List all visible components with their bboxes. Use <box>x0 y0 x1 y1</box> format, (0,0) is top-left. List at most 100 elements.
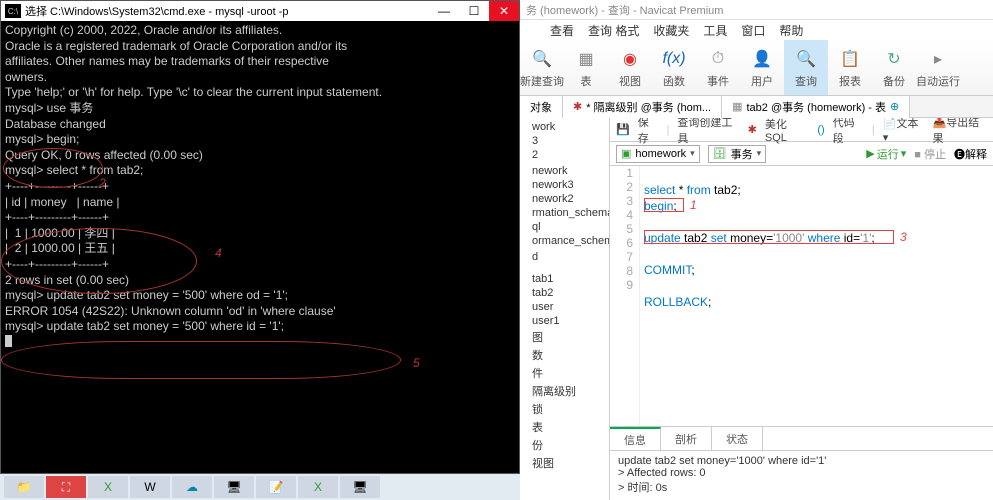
term-cursor-line <box>5 335 515 352</box>
term-line: Query OK, 0 rows affected (0.00 sec) <box>5 148 515 164</box>
ribbon-自动运行[interactable]: ▸自动运行 <box>916 40 960 95</box>
taskbar-icon[interactable]: 📁 <box>4 476 44 498</box>
ribbon-事件[interactable]: ⏱事件 <box>696 40 740 95</box>
tree-item[interactable]: 锁 <box>524 400 605 418</box>
ribbon-查询[interactable]: 🔍查询 <box>784 40 828 95</box>
menu-item[interactable]: 查看 <box>550 22 574 39</box>
term-line: owners. <box>5 70 515 86</box>
tree-item[interactable]: 数 <box>524 346 605 364</box>
term-line: Type 'help;' or '\h' for help. Type '\c'… <box>5 85 515 101</box>
terminal-body[interactable]: Copyright (c) 2000, 2022, Oracle and/or … <box>1 21 519 353</box>
bottom-tabs: 信息 剖析 状态 <box>610 426 993 450</box>
tree-item[interactable]: user1 <box>524 314 605 328</box>
tree-item[interactable]: tab1 <box>524 272 605 286</box>
msg-line: update tab2 set money='1000' where id='1… <box>618 455 985 467</box>
tree-item[interactable]: 表 <box>524 418 605 436</box>
term-line: mysql> update tab2 set money = '500' whe… <box>5 288 515 304</box>
term-line: Copyright (c) 2000, 2022, Oracle and/or … <box>5 23 515 39</box>
tree-item[interactable]: 件 <box>524 364 605 382</box>
tab-profile[interactable]: 剖析 <box>661 427 712 451</box>
navicat-title: 务 (homework) - 查询 - Navicat Premium <box>520 0 993 20</box>
taskbar-icon[interactable]: W <box>130 476 170 498</box>
taskbar-icon[interactable]: X <box>88 476 128 498</box>
ribbon-表[interactable]: ▦表 <box>564 40 608 95</box>
ribbon-报表[interactable]: 📋报表 <box>828 40 872 95</box>
stop-button[interactable]: ■ 停止 <box>914 146 946 162</box>
msg-line: > Affected rows: 0 <box>618 467 985 479</box>
tree-item[interactable]: tab2 <box>524 286 605 300</box>
cmd-terminal-window[interactable]: C:\ 选择 C:\Windows\System32\cmd.exe - mys… <box>0 0 520 474</box>
ribbon-函数[interactable]: f(x)函数 <box>652 40 696 95</box>
menu-item[interactable]: 窗口 <box>741 22 765 39</box>
tab-isolation[interactable]: ✱* 隔离级别 @事务 (hom... <box>563 96 722 118</box>
term-line: +----+---------+------+ <box>5 257 515 273</box>
editor-toolbar: 💾 保存 | 查询创建工具 ✱ 美化 SQL () 代码段 | 📄文本 ▾ 📤导… <box>610 118 993 142</box>
term-line: +----+---------+------+ <box>5 210 515 226</box>
terminal-title: 选择 C:\Windows\System32\cmd.exe - mysql -… <box>25 3 429 19</box>
menu-item[interactable]: 帮助 <box>779 22 803 39</box>
run-button[interactable]: ▶ 运行 ▾ <box>866 146 906 162</box>
tree-item[interactable]: ormance_schema <box>524 234 605 248</box>
term-line: mysql> update tab2 set money = '500' whe… <box>5 319 515 335</box>
beautify-button[interactable]: 美化 SQL <box>765 118 809 144</box>
tree-item[interactable]: nework3 <box>524 178 605 192</box>
tab-status[interactable]: 状态 <box>712 427 763 451</box>
schema-combo[interactable]: 🗄事务▾ <box>708 145 767 163</box>
tree-item[interactable]: nework <box>524 164 605 178</box>
tree-item[interactable]: nework2 <box>524 192 605 206</box>
taskbar-icon[interactable]: 🖥 <box>340 476 380 498</box>
menu-bar: 查看 查询 格式 收藏夹 工具 窗口 帮助 <box>520 20 993 40</box>
menu-item[interactable]: 工具 <box>703 22 727 39</box>
text-button[interactable]: 📄文本 ▾ <box>883 118 925 144</box>
beautify-icon: ✱ <box>748 123 757 136</box>
term-line: | 1 | 1000.00 | 李四 | <box>5 226 515 242</box>
tree-item[interactable]: 隔离级别 <box>524 382 605 400</box>
db-tree[interactable]: work32 neworknework3nework2rmation_schema… <box>520 118 610 500</box>
cmd-icon: C:\ <box>5 4 21 18</box>
term-line: +----+---------+------+ <box>5 179 515 195</box>
tree-item[interactable]: 2 <box>524 148 605 162</box>
tree-item[interactable]: rmation_schema <box>524 206 605 220</box>
ribbon-用户[interactable]: 👤用户 <box>740 40 784 95</box>
tree-item[interactable]: d <box>524 250 605 264</box>
term-line: mysql> begin; <box>5 132 515 148</box>
term-line: | 2 | 1000.00 | 王五 | <box>5 241 515 257</box>
tree-item[interactable]: work <box>524 120 605 134</box>
ribbon-备份[interactable]: ↻备份 <box>872 40 916 95</box>
menu-item[interactable]: 查询 格式 <box>588 22 639 39</box>
msg-line: > 时间: 0s <box>618 479 985 495</box>
ribbon-视图[interactable]: ◉视图 <box>608 40 652 95</box>
sql-editor[interactable]: 123456789 select * from tab2; begin; upd… <box>610 166 993 426</box>
annotation-2: 2 <box>99 176 106 192</box>
tree-item[interactable]: 图 <box>524 328 605 346</box>
taskbar-icon[interactable]: X <box>298 476 338 498</box>
tab-object[interactable]: 对象 <box>520 96 563 118</box>
minimize-button[interactable]: — <box>429 1 459 21</box>
tree-item[interactable]: 3 <box>524 134 605 148</box>
ribbon: 🔍新建查询▦表◉视图f(x)函数⏱事件👤用户🔍查询📋报表↻备份▸自动运行 <box>520 40 993 96</box>
tab-tab2[interactable]: ▦tab2 @事务 (homework) - 表⊕ <box>722 96 910 118</box>
taskbar-icon[interactable]: 🖥 <box>214 476 254 498</box>
close-button[interactable]: ✕ <box>489 1 519 21</box>
explain-button[interactable]: 🅔解释 <box>954 146 987 162</box>
taskbar-icon[interactable]: ⛶ <box>46 476 86 498</box>
maximize-button[interactable]: ☐ <box>459 1 489 21</box>
term-line: mysql> use 事务 <box>5 101 515 117</box>
ribbon-新建查询[interactable]: 🔍新建查询 <box>520 40 564 95</box>
annotation-5: 5 <box>413 356 420 372</box>
tab-info[interactable]: 信息 <box>610 427 661 451</box>
save-icon: 💾 <box>616 123 630 136</box>
term-line: Oracle is a registered trademark of Orac… <box>5 39 515 55</box>
tree-item[interactable]: 视图 <box>524 454 605 472</box>
taskbar-icon[interactable]: 📝 <box>256 476 296 498</box>
tree-item[interactable]: user <box>524 300 605 314</box>
term-line: | id | money | name | <box>5 195 515 211</box>
menu-item[interactable]: 收藏夹 <box>653 22 689 39</box>
tree-item[interactable]: 份 <box>524 436 605 454</box>
terminal-titlebar[interactable]: C:\ 选择 C:\Windows\System32\cmd.exe - mys… <box>1 1 519 21</box>
tab-bar: 对象 ✱* 隔离级别 @事务 (hom... ▦tab2 @事务 (homewo… <box>520 96 993 118</box>
taskbar-icon[interactable]: ☁ <box>172 476 212 498</box>
combo-row: ▣homework▾ 🗄事务▾ ▶ 运行 ▾ ■ 停止 🅔解释 <box>610 142 993 166</box>
tree-item[interactable]: ql <box>524 220 605 234</box>
db-combo[interactable]: ▣homework▾ <box>616 145 700 163</box>
